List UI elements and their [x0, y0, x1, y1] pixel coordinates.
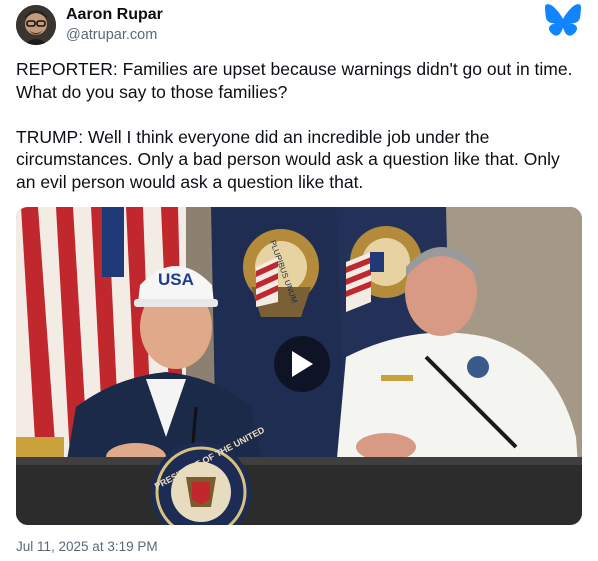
author-avatar[interactable]	[16, 5, 56, 45]
play-button[interactable]	[274, 336, 330, 392]
post-text-line: TRUMP: Well I think everyone did an incr…	[16, 126, 490, 147]
post-text-line: REPORTER: Families are upset because war…	[16, 59, 573, 79]
bluesky-butterfly-icon[interactable]	[545, 4, 581, 36]
table	[16, 457, 582, 525]
post-text-line: an evil person would ask a question like…	[16, 171, 364, 192]
avatar-photo	[16, 5, 56, 45]
post-timestamp[interactable]: Jul 11, 2025 at 3:19 PM	[16, 539, 158, 554]
post-card: Aaron Rupar @atrupar.com REPORTER: Famil…	[0, 0, 598, 561]
post-text-line: circumstances. Only a bad person would a…	[16, 149, 560, 169]
author-display-name[interactable]: Aaron Rupar	[66, 6, 163, 24]
post-text-line: What do you say to those families?	[16, 81, 288, 102]
author-handle[interactable]: @atrupar.com	[66, 27, 157, 43]
post-body: REPORTER: Families are upset because war…	[16, 58, 586, 193]
video-player[interactable]: PLURIBUS UNUM USA PRESIDENT OF THE UNITE…	[16, 207, 582, 525]
cap-text: USA	[158, 270, 194, 289]
play-icon	[292, 351, 313, 377]
